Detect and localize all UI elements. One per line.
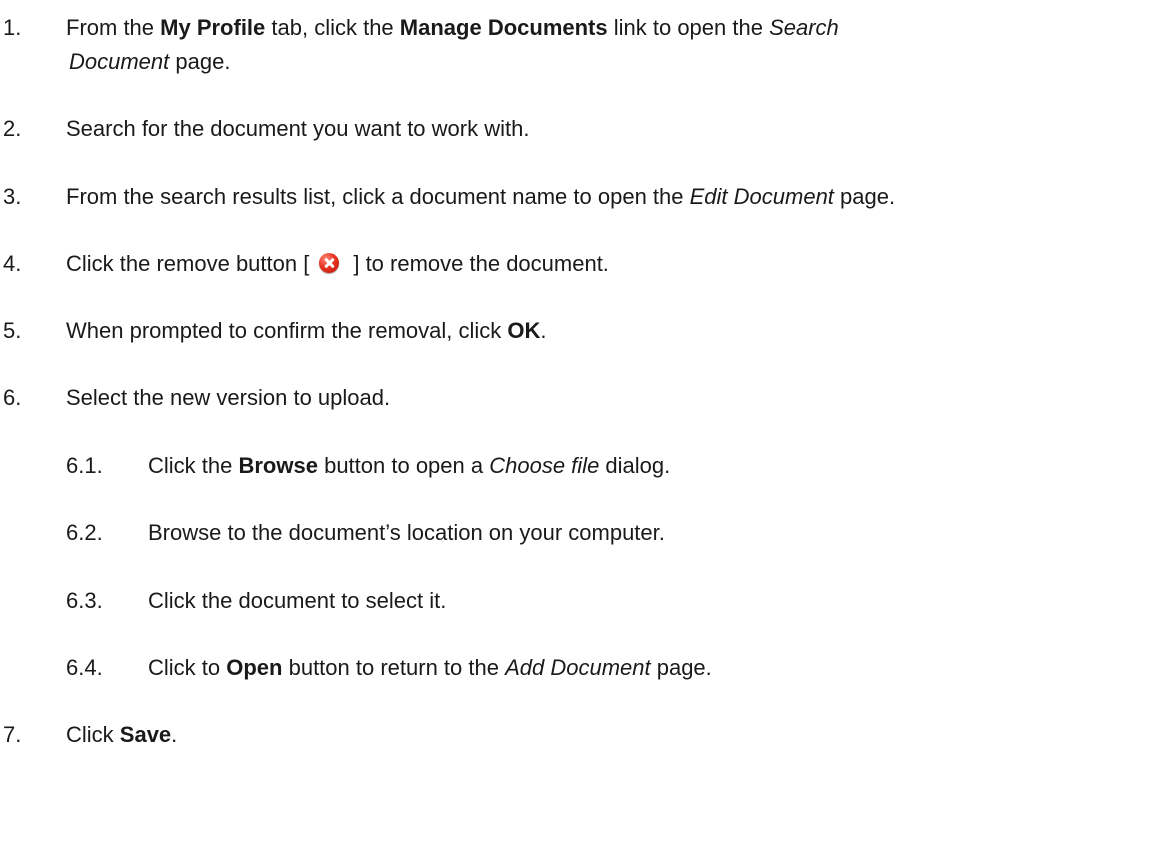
step-number: 4.: [3, 251, 22, 276]
step-text: Search for the document you want to work…: [66, 116, 530, 141]
instructions-document: 1. From the My Profile tab, click the Ma…: [0, 0, 1175, 862]
step-text: Click Save.: [66, 722, 178, 747]
step-number: 5.: [3, 318, 22, 343]
remove-icon: [319, 253, 340, 273]
step-number: 3.: [3, 184, 22, 209]
substep-number: 6.2.: [66, 520, 103, 545]
substep-number: 6.4.: [66, 655, 103, 680]
substep-text: Click the Browse button to open a Choose…: [148, 453, 671, 478]
step-text: Select the new version to upload.: [66, 385, 391, 410]
substep-number: 6.3.: [66, 588, 103, 613]
step-text: When prompted to confirm the removal, cl…: [66, 318, 547, 343]
step-text: From the search results list, click a do…: [66, 184, 896, 209]
substep-text: Click the document to select it.: [148, 588, 447, 613]
substep-text: Click to Open button to return to the Ad…: [148, 655, 712, 680]
substep-text: Browse to the document’s location on you…: [148, 520, 665, 545]
step-number: 2.: [3, 116, 22, 141]
step-text: Click the remove button [] to remove the…: [66, 251, 609, 276]
step-text: Document page.: [69, 49, 231, 74]
step-number: 1.: [3, 15, 22, 40]
step-number: 6.: [3, 385, 22, 410]
step-number: 7.: [3, 722, 22, 747]
substep-number: 6.1.: [66, 453, 103, 478]
step-text: From the My Profile tab, click the Manag…: [66, 15, 839, 40]
